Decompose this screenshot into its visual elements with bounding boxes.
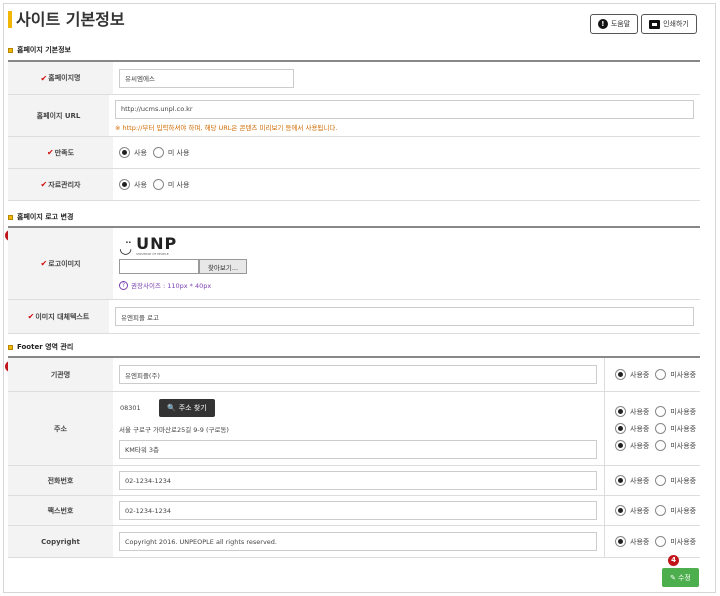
address-label: 주소 <box>8 392 113 465</box>
row-site-name: ✔ 홈페이지명 유씨엠에스 <box>8 62 700 95</box>
address-line1: 서울 구로구 가마산로25길 9-9 (구로동) <box>119 425 229 434</box>
addr1-notinuse-radio[interactable]: 미사용중 <box>655 423 696 434</box>
section-logo-heading: 홈페이지 로고 변경 <box>8 212 73 222</box>
row-phone: 전화번호 02-1234-1234 사용중 미사용중 <box>8 466 700 496</box>
row-satisfaction: ✔ 만족도 사용 미 사용 <box>8 137 700 169</box>
bullet-square-icon <box>8 47 13 53</box>
logo-wordmark: UNP <box>136 234 178 253</box>
row-address: 주소 08301 🔍 주소 찾기 서울 구로구 가마산로25길 9-9 (구로동)… <box>8 392 700 466</box>
fax-notinuse-radio[interactable]: 미사용중 <box>655 505 696 516</box>
print-button[interactable]: 인쇄하기 <box>641 14 697 34</box>
section-logo-title: 홈페이지 로고 변경 <box>17 213 74 221</box>
site-url-label: 홈페이지 URL <box>8 95 109 136</box>
section-basic-title: 홈페이지 기본정보 <box>17 46 71 54</box>
logo-image-label: ✔ 로고이미지 <box>8 228 113 299</box>
smile-logo-icon: ◡̈ <box>119 239 133 257</box>
row-site-url: 홈페이지 URL http://ucms.unpl.co.kr ※ http:/… <box>8 95 700 137</box>
org-name-label: 기관명 <box>8 358 113 391</box>
edit-icon: ✎ <box>670 573 676 582</box>
printer-icon <box>649 19 661 29</box>
zip-code-input[interactable]: 08301 <box>119 398 153 418</box>
data-manager-label: ✔ 자료관리자 <box>8 169 113 200</box>
section-footer-heading: Footer 영역 관리 <box>8 342 73 352</box>
phone-inuse-radio[interactable]: 사용중 <box>615 475 649 486</box>
addr2-notinuse-radio[interactable]: 미사용중 <box>655 440 696 451</box>
row-alt-text: ✔ 이미지 대체텍스트 유엔피플 로고 <box>8 300 700 334</box>
help-label: 도움말 <box>610 20 631 28</box>
row-logo-image: ✔ 로고이미지 ◡̈ UNP UNIVERSE OF PEOPLE 찾아보기...… <box>8 228 700 300</box>
org-name-input[interactable]: 유엔피플(주) <box>119 365 597 384</box>
browse-button[interactable]: 찾아보기... <box>199 259 247 274</box>
site-name-input[interactable]: 유씨엠에스 <box>119 68 294 88</box>
site-url-input[interactable]: http://ucms.unpl.co.kr <box>115 99 694 119</box>
row-data-manager: ✔ 자료관리자 사용 미 사용 <box>8 169 700 201</box>
marker-4: 4 <box>668 555 679 566</box>
site-name-label: ✔ 홈페이지명 <box>8 62 113 94</box>
manager-use-radio[interactable]: 사용 <box>119 179 147 190</box>
addr1-inuse-radio[interactable]: 사용중 <box>615 423 649 434</box>
logo-table: ✔ 로고이미지 ◡̈ UNP UNIVERSE OF PEOPLE 찾아보기...… <box>8 226 700 334</box>
copyright-inuse-radio[interactable]: 사용중 <box>615 536 649 547</box>
zip-inuse-radio[interactable]: 사용중 <box>615 406 649 417</box>
logo-size-hint: 권장사이즈 : 110px * 40px <box>131 282 212 290</box>
row-fax: 팩스번호 02-1234-1234 사용중 미사용중 <box>8 496 700 526</box>
search-icon: 🔍 <box>167 404 176 412</box>
section-footer-title: Footer 영역 관리 <box>17 343 74 351</box>
section-basic-heading: 홈페이지 기본정보 <box>8 45 71 55</box>
copyright-notinuse-radio[interactable]: 미사용중 <box>655 536 696 547</box>
save-button[interactable]: ✎ 수정 <box>662 568 699 587</box>
required-check-icon: ✔ <box>40 73 48 83</box>
org-inuse-radio[interactable]: 사용중 <box>615 369 649 380</box>
alt-text-input[interactable]: 유엔피플 로고 <box>115 307 694 326</box>
copyright-input[interactable]: Copyright 2016. UNPEOPLE all rights rese… <box>119 532 597 551</box>
basic-info-table: ✔ 홈페이지명 유씨엠에스 홈페이지 URL http://ucms.unpl.c… <box>8 60 700 201</box>
find-address-button[interactable]: 🔍 주소 찾기 <box>159 399 215 417</box>
org-notinuse-radio[interactable]: 미사용중 <box>655 369 696 380</box>
alt-text-label: ✔ 이미지 대체텍스트 <box>8 300 109 333</box>
logo-preview: ◡̈ UNP UNIVERSE OF PEOPLE <box>119 234 694 257</box>
fax-inuse-radio[interactable]: 사용중 <box>615 505 649 516</box>
zip-notinuse-radio[interactable]: 미사용중 <box>655 406 696 417</box>
help-button[interactable]: ! 도움말 <box>590 14 638 34</box>
site-url-note: ※ http://부터 입력하셔야 하며, 해당 URL은 콘텐츠 미리보기 등… <box>115 123 338 132</box>
save-label: 수정 <box>677 573 691 582</box>
addr2-inuse-radio[interactable]: 사용중 <box>615 440 649 451</box>
satisfaction-label: ✔ 만족도 <box>8 137 113 168</box>
satisfaction-nouse-radio[interactable]: 미 사용 <box>152 147 189 158</box>
satisfaction-use-radio[interactable]: 사용 <box>119 147 147 158</box>
page-title: 사이트 기본정보 <box>16 10 125 29</box>
fax-input[interactable]: 02-1234-1234 <box>119 501 597 520</box>
question-icon: ? <box>119 280 128 290</box>
phone-input[interactable]: 02-1234-1234 <box>119 471 597 490</box>
copyright-label: Copyright <box>8 526 113 557</box>
logo-tagline: UNIVERSE OF PEOPLE <box>136 252 169 256</box>
row-copyright: Copyright Copyright 2016. UNPEOPLE all r… <box>8 526 700 558</box>
manager-nouse-radio[interactable]: 미 사용 <box>152 179 189 190</box>
phone-notinuse-radio[interactable]: 미사용중 <box>655 475 696 486</box>
print-label: 인쇄하기 <box>663 20 689 28</box>
logo-file-path[interactable] <box>119 259 199 274</box>
info-icon: ! <box>597 19 608 29</box>
address-line2-input[interactable]: KM타워 3층 <box>119 439 597 459</box>
phone-label: 전화번호 <box>8 466 113 495</box>
row-org-name: 기관명 유엔피플(주) 사용중 미사용중 <box>8 358 700 392</box>
fax-label: 팩스번호 <box>8 496 113 525</box>
footer-table: 기관명 유엔피플(주) 사용중 미사용중 주소 08301 🔍 주소 찾기 서울 … <box>8 356 700 558</box>
title-accent <box>8 11 12 28</box>
